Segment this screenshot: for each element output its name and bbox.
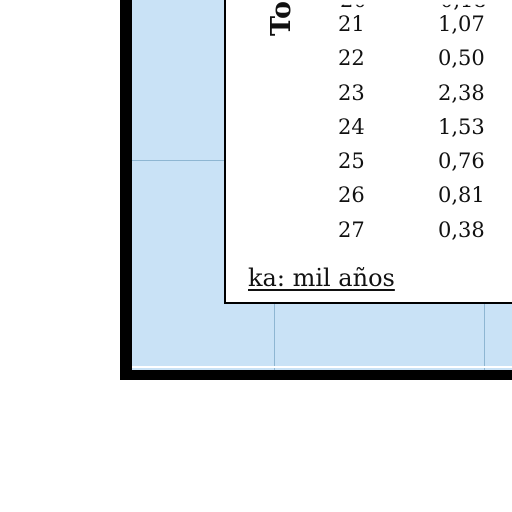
map-grid-line <box>484 304 485 370</box>
row-id: 27 <box>338 217 365 242</box>
row-value: 0,38 <box>438 217 485 242</box>
table-row: 22 0,50 <box>338 46 508 80</box>
row-value: 1,53 <box>438 114 485 139</box>
map-grid-line <box>132 160 227 161</box>
row-id: 24 <box>338 114 365 139</box>
row-id: 21 <box>338 12 365 36</box>
row-value: 2,38 <box>438 80 485 105</box>
row-id: 26 <box>338 183 365 208</box>
row-value: 1,07 <box>438 12 485 36</box>
table-row: 26 0,81 <box>338 183 508 217</box>
table-rows: 21 1,07 22 0,50 23 2,38 24 1,53 25 0,76 … <box>338 12 508 252</box>
row-value: 0,50 <box>438 46 485 71</box>
row-id: 23 <box>338 80 365 105</box>
table-row: 23 2,38 <box>338 81 508 115</box>
table-row: 21 1,07 <box>338 12 508 46</box>
row-value: 0,81 <box>438 183 485 208</box>
row-id: 22 <box>338 46 365 71</box>
table-row: 27 0,38 <box>338 218 508 252</box>
table-row: 25 0,76 <box>338 149 508 183</box>
table-row: 24 1,53 <box>338 115 508 149</box>
map-grid-line <box>274 304 275 370</box>
row-id: 25 <box>338 149 365 174</box>
table-heading-vertical: To <box>262 0 302 37</box>
table-footnote: ka: mil años <box>248 264 395 292</box>
map-bottom-rule <box>132 366 512 368</box>
table-heading-text: To <box>266 0 298 37</box>
row-value: 0,76 <box>438 149 485 174</box>
